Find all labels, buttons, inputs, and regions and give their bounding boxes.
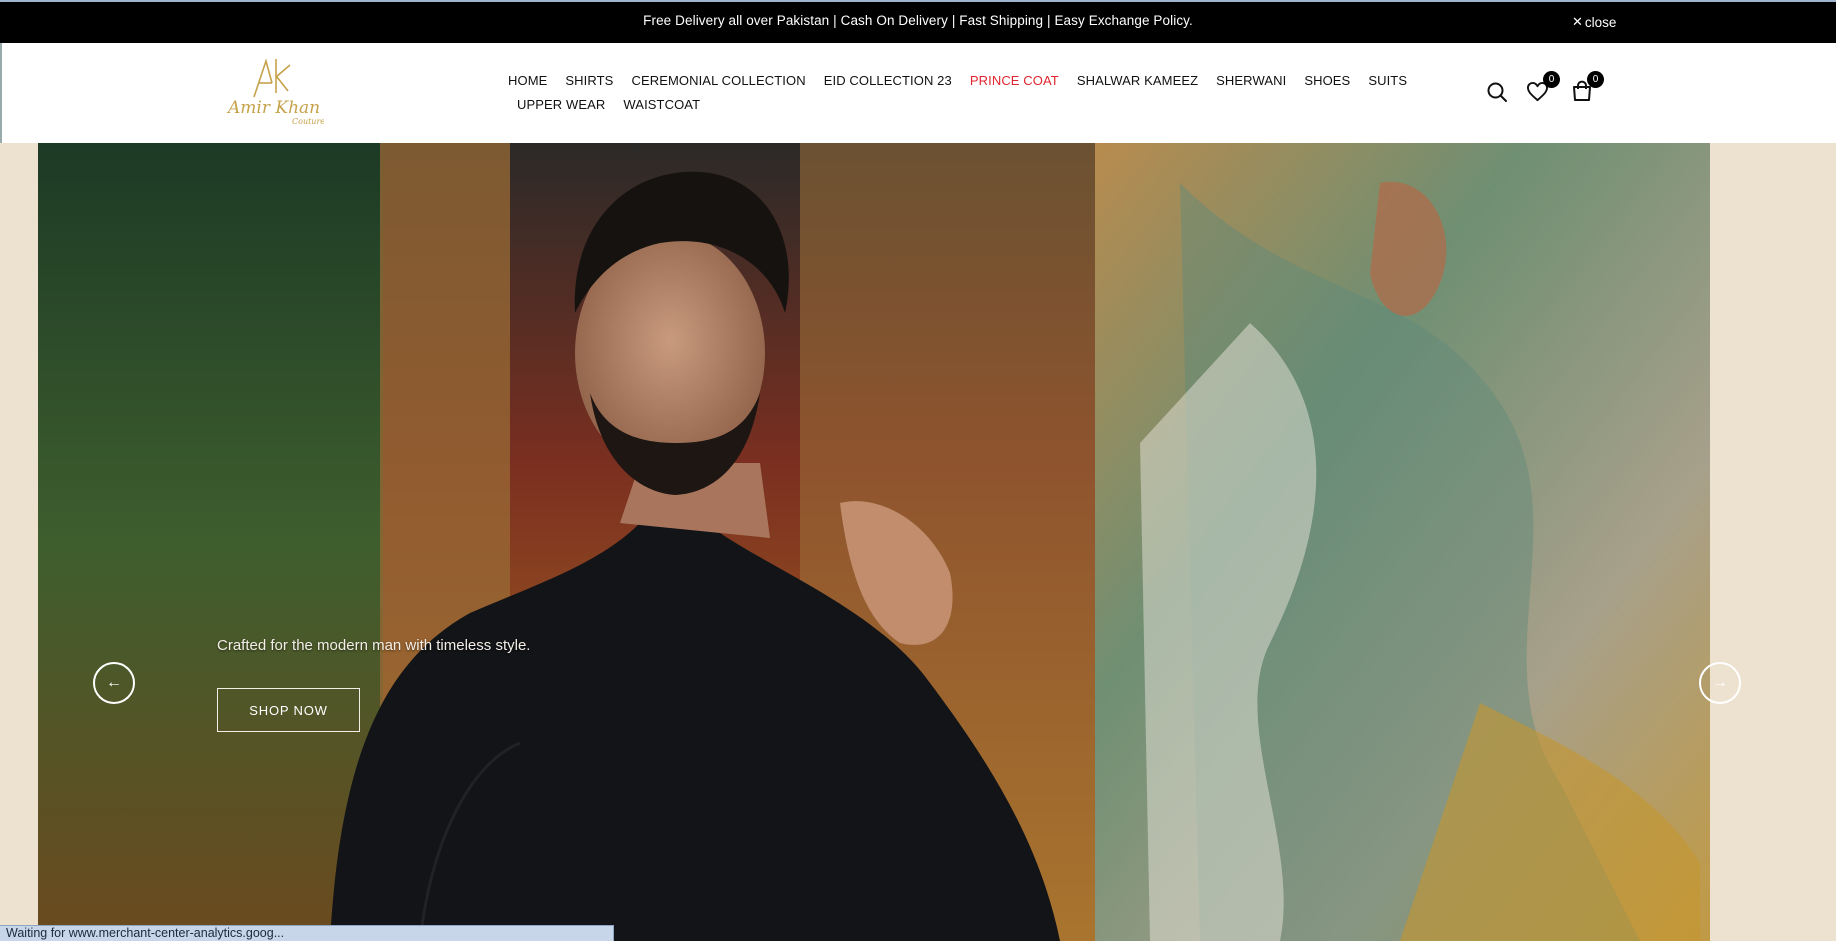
- arrow-right-icon: →: [1712, 674, 1728, 691]
- logo-wordmark: Amir Khan: [226, 98, 320, 118]
- cart-button[interactable]: 0: [1572, 71, 1604, 107]
- shop-now-button[interactable]: SHOP NOW: [217, 688, 360, 732]
- wishlist-count-badge: 0: [1543, 71, 1560, 88]
- nav-item-shalwar-kameez[interactable]: SHALWAR KAMEEZ: [1077, 73, 1198, 88]
- nav-item-prince-coat[interactable]: PRINCE COAT: [970, 73, 1059, 88]
- cart-count-badge: 0: [1587, 71, 1604, 88]
- nav-item-eid-collection-23[interactable]: EID COLLECTION 23: [824, 73, 952, 88]
- announcement-text: Free Delivery all over Pakistan | Cash O…: [643, 13, 1193, 28]
- nav-item-waistcoat[interactable]: WAISTCOAT: [623, 97, 700, 112]
- nav-item-shirts[interactable]: SHIRTS: [565, 73, 613, 88]
- close-icon: ✕: [1572, 14, 1583, 29]
- logo-subtext: Couture: [292, 117, 324, 126]
- browser-status-bar: Waiting for www.merchant-center-analytic…: [0, 925, 614, 941]
- nav-row-1: HOME SHIRTS CEREMONIAL COLLECTION EID CO…: [508, 73, 1407, 88]
- nav-item-suits[interactable]: SUITS: [1368, 73, 1407, 88]
- nav-row-2: UPPER WEAR WAISTCOAT: [508, 97, 1318, 112]
- announcement-close-button[interactable]: ✕ close: [1572, 14, 1616, 30]
- nav-item-shoes[interactable]: SHOES: [1304, 73, 1350, 88]
- search-button[interactable]: [1486, 81, 1508, 108]
- search-icon: [1487, 82, 1507, 102]
- nav-item-sherwani[interactable]: SHERWANI: [1216, 73, 1286, 88]
- close-label: close: [1584, 14, 1617, 30]
- hero-image: [0, 143, 1836, 941]
- slider-prev-button[interactable]: ←: [93, 662, 135, 704]
- nav-item-ceremonial-collection[interactable]: CEREMONIAL COLLECTION: [631, 73, 805, 88]
- hero-caption: Crafted for the modern man with timeless…: [217, 637, 531, 654]
- nav-item-home[interactable]: HOME: [508, 73, 547, 88]
- main-navigation: HOME SHIRTS CEREMONIAL COLLECTION EID CO…: [508, 73, 1407, 112]
- hero-slider: Crafted for the modern man with timeless…: [0, 143, 1836, 941]
- brand-logo[interactable]: Amir Khan Couture: [224, 53, 325, 128]
- slider-next-button[interactable]: →: [1699, 662, 1741, 704]
- nav-item-upper-wear[interactable]: UPPER WEAR: [517, 97, 605, 112]
- announcement-bar: Free Delivery all over Pakistan | Cash O…: [0, 0, 1836, 43]
- arrow-left-icon: ←: [106, 674, 122, 691]
- wishlist-button[interactable]: 0: [1526, 71, 1560, 107]
- site-header: Amir Khan Couture HOME SHIRTS CEREMONIAL…: [0, 43, 1836, 143]
